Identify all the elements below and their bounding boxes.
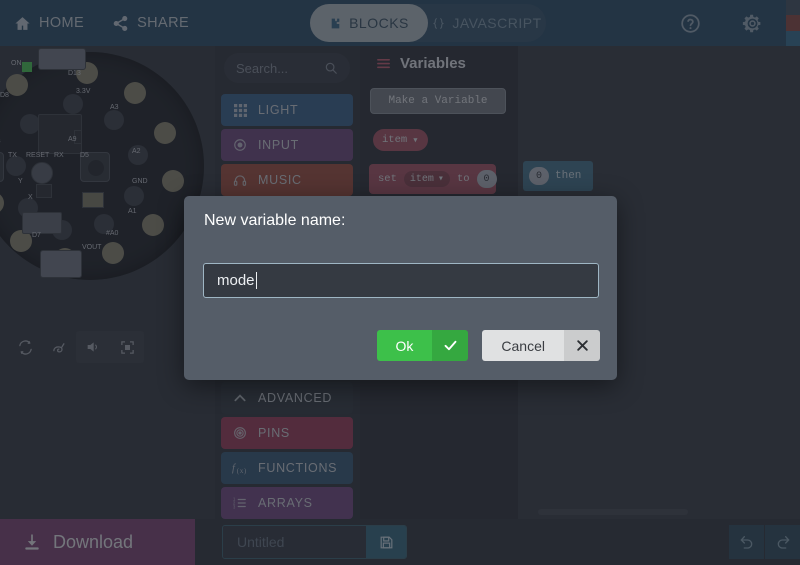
cancel-button[interactable]: Cancel (482, 330, 600, 361)
makecode-editor: HOME SHARE BLOCKS (0, 0, 800, 565)
ok-button[interactable]: Ok (377, 330, 469, 361)
text-caret (256, 272, 257, 289)
new-variable-name-value: mode (217, 272, 255, 289)
check-icon (432, 330, 468, 361)
new-variable-name-input[interactable]: mode (203, 263, 599, 298)
dialog-title: New variable name: (204, 212, 345, 230)
new-variable-dialog: New variable name: mode Ok Cancel (184, 196, 617, 380)
cancel-label: Cancel (482, 330, 564, 361)
dialog-actions: Ok Cancel (377, 330, 600, 361)
ok-label: Ok (377, 330, 433, 361)
close-x-icon (564, 330, 600, 361)
